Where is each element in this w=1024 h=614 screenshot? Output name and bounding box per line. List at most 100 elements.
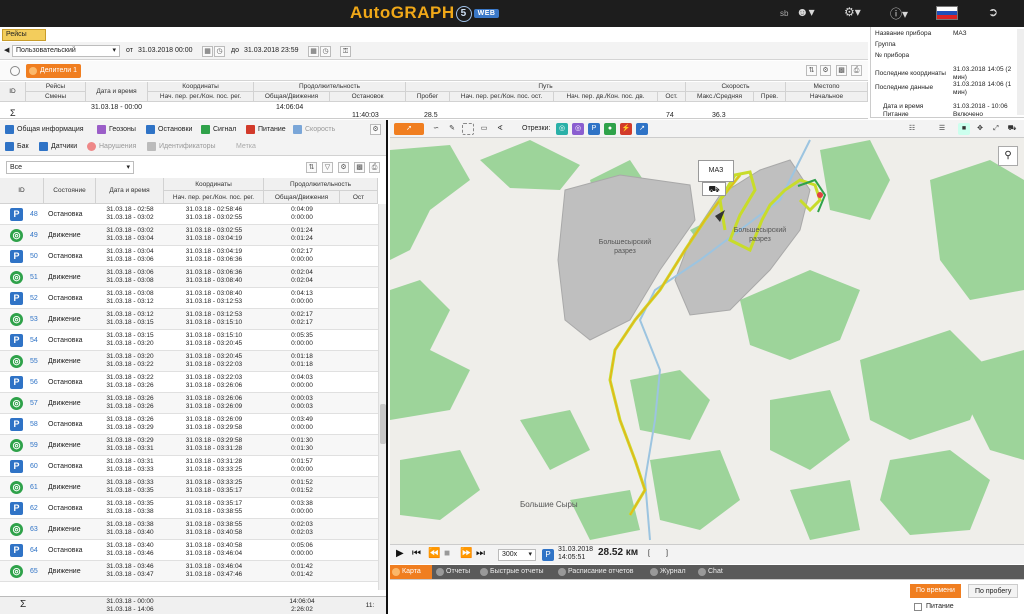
col-coords[interactable]: Координаты: [164, 178, 264, 191]
from-date-input[interactable]: 31.03.2018 00:00: [138, 46, 193, 56]
segment-icon[interactable]: ◎: [572, 123, 584, 135]
tab-tank[interactable]: Бак: [4, 140, 29, 153]
table-row[interactable]: P 58 Остановка 31.03.18 - 03:26 31.03.18 - 0…: [0, 414, 378, 435]
table-scrollbar[interactable]: [378, 204, 386, 590]
power-icon[interactable]: ⚡: [620, 123, 632, 135]
trip-row[interactable]: Σ 31.03.18 - 00:00 14:06:04 11:40:03 28.…: [0, 102, 868, 119]
layers-icon[interactable]: ☷: [906, 123, 918, 135]
polyline-icon[interactable]: ∽: [430, 123, 442, 135]
clock-icon[interactable]: ◷: [320, 46, 331, 57]
col-coords[interactable]: Координаты: [148, 82, 254, 92]
table-row[interactable]: P 54 Остановка 31.03.18 - 03:15 31.03.18 - 0…: [0, 330, 378, 351]
radio-icon[interactable]: [10, 66, 20, 76]
table-row[interactable]: ◎ 65 Движение 31.03.18 - 03:46 31.03.18 - 03…: [0, 561, 378, 582]
map-type-icon[interactable]: ■: [958, 123, 970, 135]
table-row[interactable]: ◎ 59 Движение 31.03.18 - 03:29 31.03.18 - 03…: [0, 435, 378, 456]
tab-quick-reports[interactable]: Быстрые отчеты: [478, 565, 552, 579]
sort-icon[interactable]: ⇅: [806, 65, 817, 76]
logout-icon[interactable]: ➲: [988, 5, 998, 19]
col-speed[interactable]: Скорость: [686, 82, 786, 92]
table-row[interactable]: P 62 Остановка 31.03.18 - 03:35 31.03.18 - 0…: [0, 498, 378, 519]
parking-icon[interactable]: P: [542, 549, 554, 561]
segment-icon[interactable]: ◎: [556, 123, 568, 135]
table-row[interactable]: P 64 Остановка 31.03.18 - 03:40 31.03.18 - 0…: [0, 540, 378, 561]
shape-icon[interactable]: ▭: [478, 123, 490, 135]
tab-violations[interactable]: Нарушения: [86, 140, 136, 153]
by-time-button[interactable]: По времени: [910, 584, 961, 598]
tab-stops[interactable]: Остановки: [145, 123, 192, 136]
table-row[interactable]: P 60 Остановка 31.03.18 - 03:31 31.03.18 - 0…: [0, 456, 378, 477]
tab-general[interactable]: Общая информация: [4, 123, 84, 136]
col-id[interactable]: ID: [0, 82, 26, 102]
mode-select[interactable]: Пользовательский ▾: [12, 45, 120, 57]
dividers-button[interactable]: Делители 1: [26, 64, 82, 78]
settings-icon[interactable]: ⚙: [820, 65, 831, 76]
tab-reports[interactable]: Отчеты: [434, 565, 474, 579]
parking-icon[interactable]: P: [588, 123, 600, 135]
language-flag-icon[interactable]: [936, 6, 958, 20]
calendar-icon[interactable]: ▦: [202, 46, 213, 57]
table-row[interactable]: P 52 Остановка 31.03.18 - 03:08 31.03.18 - 0…: [0, 288, 378, 309]
info-scrollbar[interactable]: [1017, 29, 1024, 115]
bracket-left-icon[interactable]: [: [648, 549, 650, 559]
map-view[interactable]: МАЗ ⛟ Большесырский разрез Большесырский…: [390, 120, 1024, 544]
ruler-icon[interactable]: ∢: [494, 123, 506, 135]
print-icon[interactable]: ⎙: [369, 162, 380, 173]
col-duration[interactable]: Продолжительность: [264, 178, 378, 191]
layers-menu-icon[interactable]: ☰: [936, 123, 948, 135]
user-icon[interactable]: ☻▾: [796, 5, 815, 19]
clock-icon[interactable]: ◷: [214, 46, 225, 57]
forward-icon[interactable]: ⏩: [460, 548, 472, 559]
pencil-icon[interactable]: ✎: [446, 123, 458, 135]
speed-icon[interactable]: ↗: [636, 123, 648, 135]
move-icon[interactable]: ✥: [974, 123, 986, 135]
skip-end-icon[interactable]: ⏭: [476, 548, 485, 559]
power-checkbox[interactable]: [914, 603, 922, 611]
col-datetime[interactable]: Дата и время: [96, 178, 164, 204]
table-row[interactable]: P 48 Остановка 31.03.18 - 02:58 31.03.18 - 0…: [0, 204, 378, 225]
col-trips[interactable]: Рейсы: [26, 82, 86, 92]
settings-icon[interactable]: ⚙: [338, 162, 349, 173]
table-row[interactable]: ◎ 49 Движение 31.03.18 - 03:02 31.03.18 - 03…: [0, 225, 378, 246]
signal-icon[interactable]: ●: [604, 123, 616, 135]
prev-arrow-icon[interactable]: ◀: [4, 46, 9, 56]
bracket-right-icon[interactable]: ]: [666, 549, 668, 559]
gear-icon[interactable]: ⚙▾: [844, 5, 861, 19]
calendar-icon[interactable]: ▦: [308, 46, 319, 57]
col-state[interactable]: Состояние: [44, 178, 96, 204]
rewind-icon[interactable]: ⏪: [428, 548, 440, 559]
play-icon[interactable]: ▶: [396, 548, 404, 559]
table-row[interactable]: ◎ 51 Движение 31.03.18 - 03:06 31.03.18 - 03…: [0, 267, 378, 288]
track-tool-icon[interactable]: ➚: [394, 123, 424, 135]
skip-start-icon[interactable]: ⏮: [412, 548, 421, 559]
table-row[interactable]: P 56 Остановка 31.03.18 - 03:22 31.03.18 - 0…: [0, 372, 378, 393]
tab-sensors[interactable]: Датчики: [38, 140, 77, 153]
tab-identifiers[interactable]: Идентификаторы: [146, 140, 216, 153]
tab-chat[interactable]: Chat: [696, 565, 732, 579]
table-row[interactable]: ◎ 57 Движение 31.03.18 - 03:26 31.03.18 - 03…: [0, 393, 378, 414]
map-search-icon[interactable]: ⚲: [998, 146, 1018, 166]
by-mileage-button[interactable]: По пробегу: [968, 584, 1019, 598]
trips-tab[interactable]: Рейсы: [2, 29, 46, 41]
col-id[interactable]: ID: [0, 178, 44, 204]
table-row[interactable]: ◎ 61 Движение 31.03.18 - 03:33 31.03.18 - 03…: [0, 477, 378, 498]
state-filter-select[interactable]: Все ▾: [6, 161, 134, 174]
table-row[interactable]: ◎ 53 Движение 31.03.18 - 03:12 31.03.18 - 03…: [0, 309, 378, 330]
tab-mark[interactable]: Метка: [228, 140, 256, 153]
info-icon[interactable]: ⓘ▾: [890, 5, 908, 22]
playback-speed-select[interactable]: 300x ▾: [498, 549, 536, 561]
export-icon[interactable]: ▩: [836, 65, 847, 76]
stop-icon[interactable]: ■: [444, 548, 450, 559]
tab-power[interactable]: Питание: [245, 123, 286, 136]
select-rect-icon[interactable]: [462, 123, 474, 135]
tab-speed[interactable]: Скорость: [292, 123, 335, 136]
col-path[interactable]: Путь: [406, 82, 686, 92]
tab-geozones[interactable]: Геозоны: [96, 123, 136, 136]
export-icon[interactable]: ▩: [354, 162, 365, 173]
col-location[interactable]: Местопо: [786, 82, 868, 92]
scroll-thumb[interactable]: [380, 404, 386, 444]
fullscreen-icon[interactable]: ⤢: [990, 123, 1002, 135]
tab-journal[interactable]: Журнал: [648, 565, 694, 579]
tab-report-schedule[interactable]: Расписание отчетов: [556, 565, 646, 579]
tab-map[interactable]: Карта: [390, 565, 432, 579]
